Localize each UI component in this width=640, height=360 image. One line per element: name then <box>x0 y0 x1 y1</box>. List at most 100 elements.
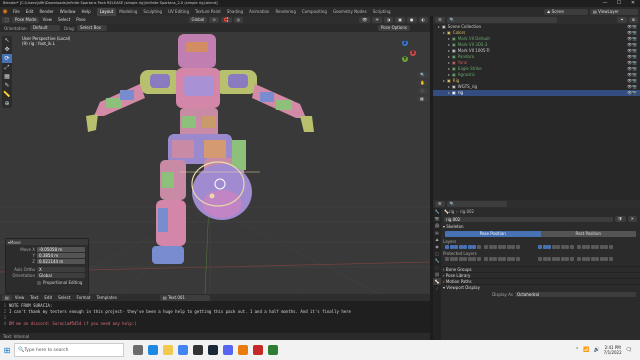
menu-render[interactable]: Render <box>36 7 56 16</box>
navigation-gizmo[interactable]: X Y Z <box>392 40 418 66</box>
menu-window[interactable]: Window <box>57 7 79 16</box>
ortho-grid-icon[interactable]: ▦ <box>417 96 428 102</box>
file-explorer-icon[interactable] <box>162 345 173 355</box>
move-x-field[interactable]: -0.05058 m <box>37 247 85 252</box>
expand-arrow-icon[interactable]: ▸ <box>443 30 445 36</box>
scene-selector[interactable]: ⛰ Scene <box>544 8 588 15</box>
xray-icon[interactable]: ▣ <box>395 17 405 23</box>
transform-tool-icon[interactable]: ⊕ <box>2 99 12 108</box>
edge-browser-icon[interactable] <box>147 345 158 355</box>
pivot-icon[interactable]: ⊙ <box>209 17 219 23</box>
constraint-tab-icon[interactable]: ⛓ <box>433 271 441 278</box>
outliner-item[interactable]: ▸ ▣ rig 👁 📷 <box>433 90 640 96</box>
gizmo-z-axis[interactable]: Z <box>402 40 408 46</box>
modifier-tab-icon[interactable]: 🔧 <box>433 257 441 264</box>
menu-view[interactable]: View <box>39 16 55 24</box>
gizmo-toggle-icon[interactable]: ✛ <box>372 17 382 23</box>
te-menu-edit[interactable]: Edit <box>41 294 55 301</box>
orientation-default-selector[interactable]: Default <box>29 25 60 31</box>
properties-type-icon[interactable]: ⚙ <box>435 201 445 207</box>
armature-datablock-field[interactable]: rig.002 <box>444 216 613 222</box>
physics-tab-icon[interactable]: ◌ <box>433 264 441 271</box>
tab-modeling[interactable]: Modeling <box>116 8 140 16</box>
skeleton-section-header[interactable]: ▾ Skeleton <box>441 224 640 230</box>
camera-view-icon[interactable]: 🎥 <box>417 88 428 94</box>
annotate-tool-icon[interactable]: ✎ <box>2 81 12 90</box>
store-icon[interactable] <box>192 345 203 355</box>
shading-solid-icon[interactable]: ● <box>407 17 417 23</box>
overlay-toggle-icon[interactable]: ◑ <box>383 17 394 23</box>
visibility-icon[interactable]: 👁 <box>359 17 371 23</box>
rest-position-button[interactable]: Rest Position <box>540 231 636 237</box>
render-tab-icon[interactable]: 📷 <box>433 215 441 222</box>
menu-edit[interactable]: Edit <box>23 7 37 16</box>
axis-ortho-dropdown[interactable]: X <box>37 267 85 272</box>
tab-layout[interactable]: Layout <box>96 7 117 16</box>
gizmo-x-axis[interactable]: X <box>410 50 416 56</box>
expand-arrow-icon[interactable]: ▸ <box>443 78 445 84</box>
text-editor-type-icon[interactable]: ▤ <box>2 294 12 301</box>
expand-arrow-icon[interactable]: ▸ <box>438 24 440 30</box>
editor-type-icon[interactable]: ⬚ <box>2 17 10 23</box>
tab-scripting[interactable]: Scripting <box>370 8 394 16</box>
rotate-tool-icon[interactable]: ⤢ <box>2 63 12 72</box>
volume-icon[interactable]: 🔊 <box>593 347 599 353</box>
tab-shading[interactable]: Shading <box>224 8 246 16</box>
notification-icon[interactable]: 🗨 <box>626 347 632 353</box>
display-as-dropdown[interactable]: Octahedral <box>515 292 636 297</box>
proportional-icon[interactable]: ◎ <box>233 17 244 23</box>
layers-grid[interactable] <box>441 245 640 249</box>
gizmo-y-axis[interactable]: Y <box>402 56 408 62</box>
text-editor-body[interactable]: 1 NOTE FROM SURACIA: 2 I can't thank my … <box>0 301 430 333</box>
properties-search-icon[interactable]: 🔍 <box>446 201 507 207</box>
zoom-icon[interactable]: 🔍 <box>417 72 428 78</box>
scale-tool-icon[interactable]: ▦ <box>2 72 12 81</box>
new-collection-icon[interactable]: ⊞ <box>628 17 638 23</box>
tab-animation[interactable]: Animation <box>246 8 272 16</box>
tab-texture-paint[interactable]: Texture Paint <box>192 8 224 16</box>
select-tool-icon[interactable]: ↖ <box>2 36 12 45</box>
tab-sculpting[interactable]: Sculpting <box>140 8 165 16</box>
tab-rendering[interactable]: Rendering <box>272 8 298 16</box>
network-icon[interactable]: 📶 <box>583 347 589 353</box>
tab-compositing[interactable]: Compositing <box>299 8 330 16</box>
blender-logo-icon[interactable]: ◉ <box>0 8 10 15</box>
te-menu-select[interactable]: Select <box>55 294 73 301</box>
fake-user-shield-icon[interactable]: 🛡 <box>614 216 626 222</box>
te-menu-format[interactable]: Format <box>73 294 93 301</box>
mode-selector[interactable]: Pose Mode <box>12 17 40 23</box>
pose-position-button[interactable]: Pose Position <box>445 231 541 237</box>
viewlayer-selector[interactable]: ▤ ViewLayer <box>590 8 638 15</box>
pose-options-dropdown[interactable]: Pose Options <box>378 25 410 31</box>
outliner-type-icon[interactable]: ☰ <box>435 17 445 23</box>
bone-tab-icon[interactable]: ⟋ <box>433 285 441 292</box>
outliner-search-icon[interactable]: 🔍 <box>446 17 557 23</box>
proportional-checkbox[interactable] <box>37 280 41 285</box>
steam-icon[interactable] <box>207 345 218 355</box>
object-tab-icon[interactable]: ▢ <box>433 250 441 257</box>
chrome-icon[interactable] <box>177 345 188 355</box>
orientation-dropdown[interactable]: Global <box>37 273 85 278</box>
te-menu-text[interactable]: Text <box>27 294 41 301</box>
shading-material-icon[interactable]: ◐ <box>418 17 428 23</box>
menu-help[interactable]: Help <box>78 7 93 16</box>
task-view-icon[interactable] <box>132 345 143 355</box>
world-tab-icon[interactable]: ◉ <box>433 243 441 250</box>
menu-pose[interactable]: Pose <box>73 16 88 24</box>
tab-geometry-nodes[interactable]: Geometry Nodes <box>330 8 370 16</box>
scene-tab-icon[interactable]: ⛰ <box>433 236 441 243</box>
text-datablock-selector[interactable]: ▤ Text.001 <box>159 294 210 301</box>
menu-select[interactable]: Select <box>55 16 73 24</box>
minimize-button[interactable]: — <box>598 0 612 7</box>
armature-data-tab-icon[interactable]: 🦴 <box>433 278 441 285</box>
taskbar-clock[interactable]: 2:41 PM 7/1/2022 <box>604 345 622 355</box>
expand-arrow-icon[interactable]: ▸ <box>448 90 450 96</box>
drag-selector[interactable]: Select Box <box>77 25 107 31</box>
snap-icon[interactable]: 🧲 <box>220 17 232 23</box>
media-app-icon[interactable] <box>252 345 263 355</box>
menu-file[interactable]: File <box>10 7 23 16</box>
tray-arrow-icon[interactable]: ⌃ <box>575 347 579 353</box>
move-z-field[interactable]: 0.021144 m <box>37 259 85 264</box>
windows-start-icon[interactable]: ⊞ <box>0 346 14 355</box>
view-layer-tab-icon[interactable]: ▤ <box>433 229 441 236</box>
